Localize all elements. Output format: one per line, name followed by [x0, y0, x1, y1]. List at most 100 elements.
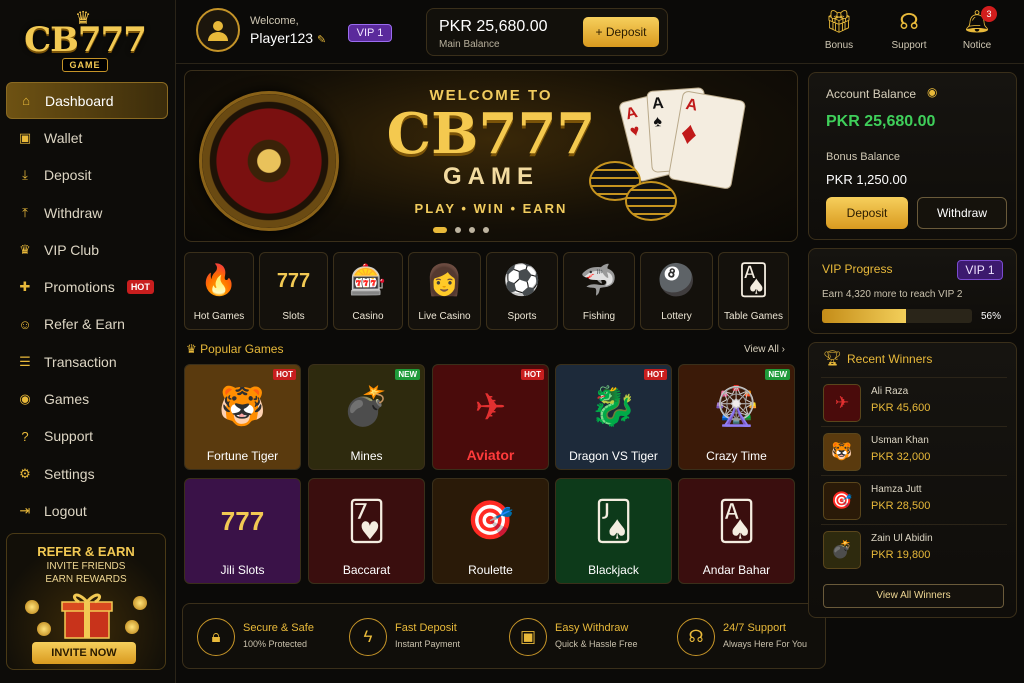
game-roulette[interactable]: 🎯 Roulette [432, 478, 549, 584]
feature-sub: 100% Protected [243, 639, 308, 649]
new-badge: NEW [395, 369, 420, 380]
game-andar-bahar[interactable]: 🂡 Andar Bahar [678, 478, 795, 584]
bonus-button[interactable]: 🎁︎ Bonus [811, 8, 867, 51]
download-icon: ⤓ [22, 167, 28, 183]
lock-icon: 🔒︎ [197, 618, 235, 656]
withdraw-button[interactable]: Withdraw [917, 197, 1007, 229]
game-label: Crazy Time [706, 449, 767, 463]
roulette-icon: 🎯 [466, 500, 515, 542]
crown-icon: ♛ [19, 241, 31, 257]
carousel-dot[interactable] [483, 227, 489, 233]
account-balance-amount: PKR 25,680.00 [826, 113, 936, 130]
sidebar-nav: ⌂ Dashboard ▣ Wallet ⤓ Deposit ⤒ Withdraw ♛ V… [6, 82, 168, 530]
hero-banner[interactable]: A ♥ A ♠ A ♦ WELCOME TO CB777 GAME PLAY • WI… [184, 70, 798, 242]
feature-title: 24/7 Support [723, 622, 786, 634]
game-label: Blackjack [588, 563, 639, 577]
category-label: Lottery [661, 311, 692, 322]
hot-badge: HOT [273, 369, 296, 380]
notice-button[interactable]: 🔔︎ 3 Notice [949, 6, 1005, 51]
username[interactable]: Player123 ✎ [250, 30, 326, 46]
cards-icon: 🂡 [717, 500, 756, 543]
sidebar-item-settings[interactable]: ⚙ Settings [6, 455, 168, 492]
category-hot-games[interactable]: 🔥 Hot Games [184, 252, 254, 330]
sidebar-item-deposit[interactable]: ⤓ Deposit [6, 157, 168, 194]
sidebar-item-withdraw[interactable]: ⤒ Withdraw [6, 194, 168, 231]
sidebar-item-label: Promotions [44, 279, 115, 296]
roulette-thumb-icon: 🎯 [823, 482, 861, 520]
sidebar-item-label: Wallet [44, 129, 83, 146]
view-all-winners-button[interactable]: View All Winners [823, 584, 1004, 608]
sidebar-item-support[interactable]: ? Support [6, 418, 168, 455]
carousel-dot[interactable] [433, 227, 447, 233]
game-label: Roulette [468, 563, 513, 577]
category-lottery[interactable]: 🎱 Lottery [640, 252, 713, 330]
sidebar-item-dashboard[interactable]: ⌂ Dashboard [6, 82, 168, 120]
game-label: Baccarat [342, 563, 391, 577]
category-slots[interactable]: 777 Slots [259, 252, 328, 330]
gamepad-icon: ◉ [19, 391, 31, 407]
banner-title: CB777 [386, 101, 596, 167]
sidebar-item-promotions[interactable]: ✚ Promotions HOT [6, 268, 168, 305]
shark-icon: 🦈 [580, 264, 618, 297]
vip-progress-card: VIP Progress VIP 1 Earn 4,320 more to re… [808, 248, 1017, 334]
vip-progress-fill [822, 309, 906, 323]
football-icon: ⚽ [503, 264, 541, 297]
brand-logo[interactable]: ♛ CB777 GAME [20, 8, 150, 72]
sidebar-item-wallet[interactable]: ▣ Wallet [6, 119, 168, 156]
headset-icon: ☊ [899, 9, 919, 34]
game-jili-slots[interactable]: 777 Jili Slots [184, 478, 301, 584]
sidebar-item-refer-earn[interactable]: ☺ Refer & Earn [6, 306, 168, 343]
new-badge: NEW [765, 369, 790, 380]
popular-games-heading: ♛ Popular Games [186, 342, 283, 356]
feature-sub: Instant Payment [395, 639, 461, 649]
coin-icon [37, 622, 51, 636]
game-aviator[interactable]: ✈ HOT Aviator [432, 364, 549, 470]
recent-winners-card: 🏆︎ Recent Winners ✈ Ali Raza PKR 45,600 🐯 U… [808, 342, 1017, 618]
sidebar-item-games[interactable]: ◉ Games [6, 380, 168, 417]
sidebar-item-logout[interactable]: ⇥ Logout [6, 492, 168, 529]
vip-progress-bar [822, 309, 972, 323]
sidebar-item-transaction[interactable]: ☰ Transaction [6, 343, 168, 380]
game-dragon-vs-tiger[interactable]: 🐉 HOT Dragon VS Tiger [555, 364, 672, 470]
category-sports[interactable]: ⚽ Sports [486, 252, 558, 330]
game-baccarat[interactable]: 🂷 Baccarat [308, 478, 425, 584]
sidebar-item-vip-club[interactable]: ♛ VIP Club [6, 231, 168, 268]
category-live-casino[interactable]: 👩 Live Casino [408, 252, 481, 330]
welcome-label: Welcome, [250, 15, 299, 27]
sidebar-item-label: Refer & Earn [44, 316, 125, 333]
carousel-dots [433, 227, 489, 233]
account-balance-label: Account Balance [826, 87, 917, 101]
category-casino[interactable]: 🎰 Casino [333, 252, 403, 330]
header-deposit-button[interactable]: + Deposit [583, 17, 659, 47]
game-mines[interactable]: 💣 NEW Mines [308, 364, 425, 470]
support-label: Support [891, 40, 927, 51]
carousel-dot[interactable] [455, 227, 461, 233]
slots-icon: 777 [220, 505, 265, 536]
crown-icon: ♛ [186, 342, 197, 356]
category-fishing[interactable]: 🦈 Fishing [563, 252, 635, 330]
category-label: Hot Games [193, 311, 245, 322]
main-balance-amount: PKR 25,680.00 [439, 18, 548, 35]
avatar[interactable] [196, 8, 240, 52]
eye-icon[interactable]: ◉ [927, 85, 937, 99]
support-button[interactable]: ☊ Support [881, 8, 937, 51]
carousel-dot[interactable] [469, 227, 475, 233]
cards-icon: 🂫 [594, 500, 633, 543]
game-blackjack[interactable]: 🂫 Blackjack [555, 478, 672, 584]
feature-sub: Always Here For You [723, 639, 808, 649]
hot-badge: HOT [644, 369, 667, 380]
wallet-icon: ▣ [18, 129, 32, 145]
category-table-games[interactable]: 🂡 Table Games [718, 252, 789, 330]
game-fortune-tiger[interactable]: 🐯 HOT Fortune Tiger [184, 364, 301, 470]
feature-title: Secure & Safe [243, 622, 314, 634]
view-all-link[interactable]: View All › [744, 344, 785, 355]
game-crazy-time[interactable]: 🎡 NEW Crazy Time [678, 364, 795, 470]
bolt-icon: ϟ [349, 618, 387, 656]
refer-line-2: EARN REWARDS [45, 574, 127, 585]
vip-level-badge: VIP 1 [957, 260, 1003, 280]
invite-now-button[interactable]: INVITE NOW [32, 642, 136, 664]
user-icon [208, 21, 228, 41]
fire-icon: 🔥 [200, 264, 238, 297]
recent-winners-title: Recent Winners [847, 352, 933, 366]
deposit-button[interactable]: Deposit [826, 197, 908, 229]
